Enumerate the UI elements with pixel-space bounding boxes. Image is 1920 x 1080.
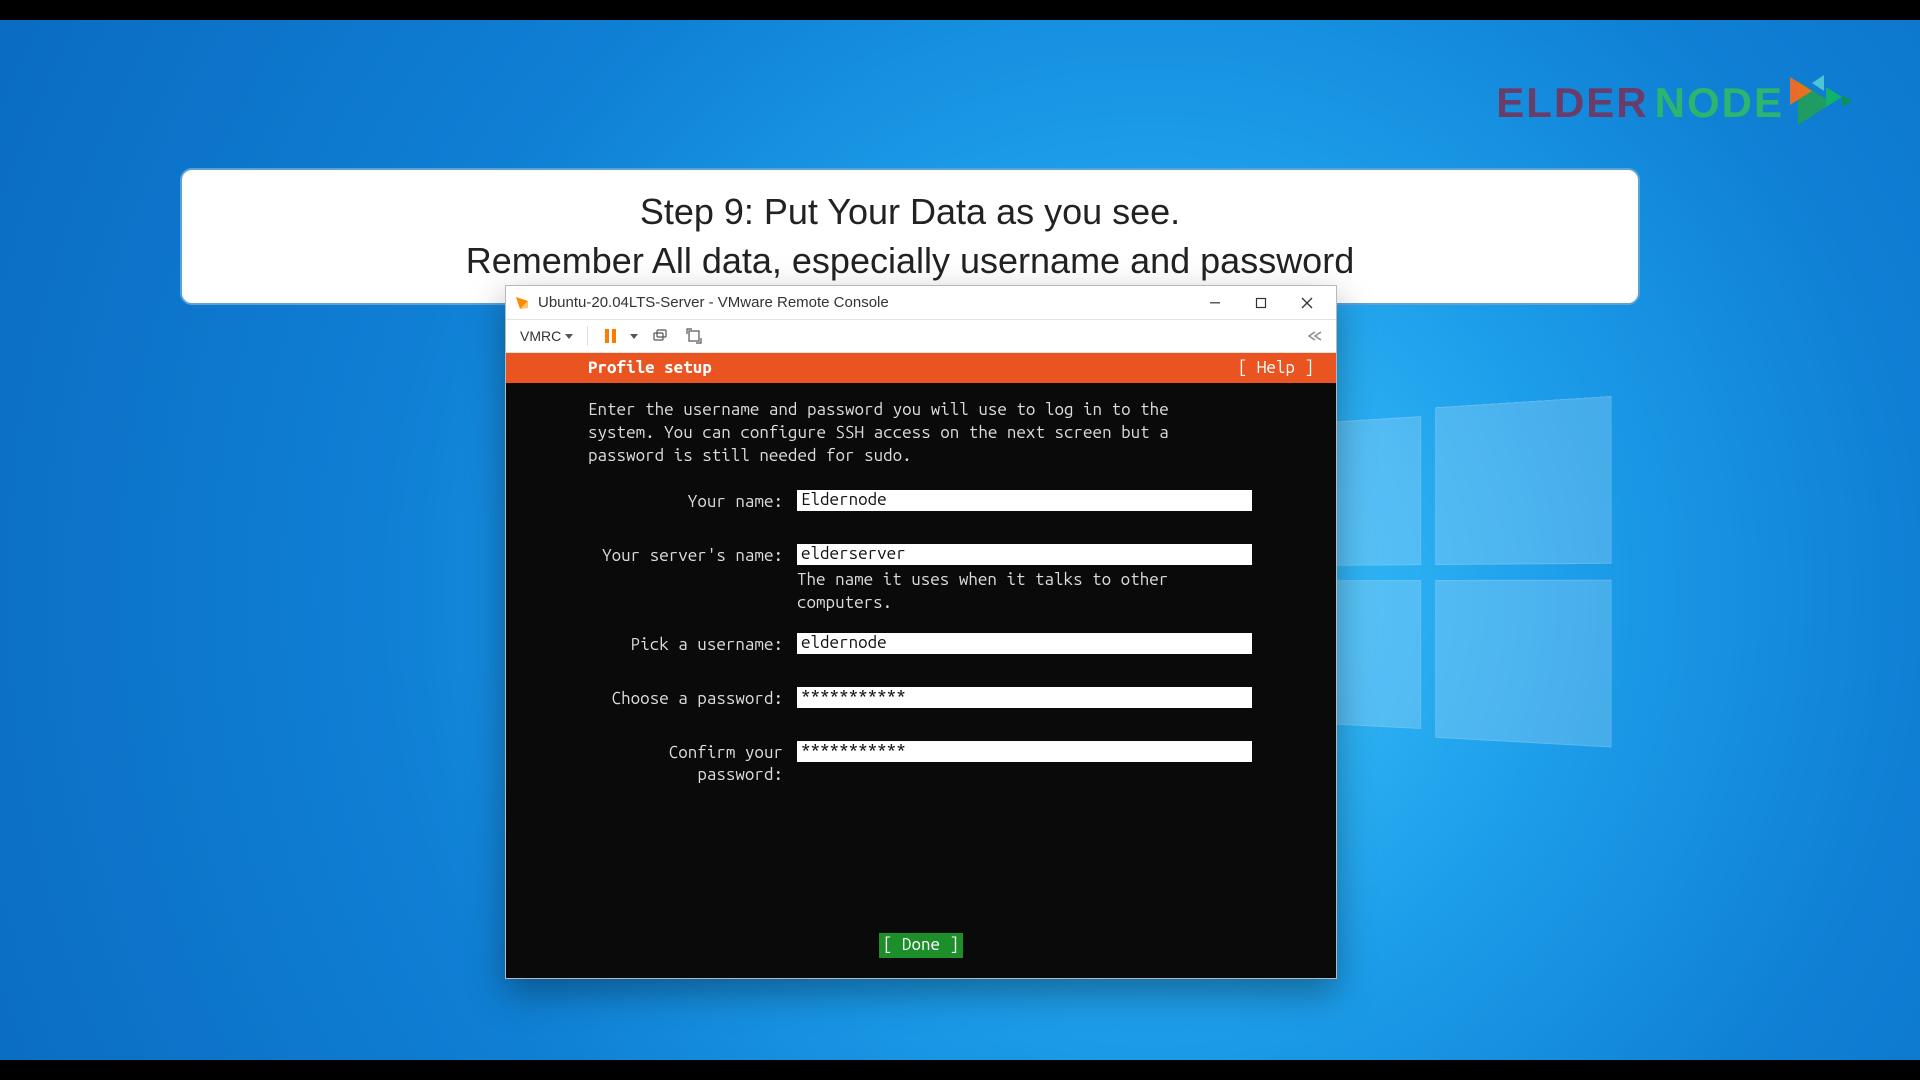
vmrc-label: VMRC: [520, 328, 561, 344]
caret-down-icon: [565, 334, 573, 339]
password-label: Choose a password:: [588, 687, 783, 711]
toolbar-separator: [587, 326, 588, 346]
confirm-label: Confirm your password:: [588, 741, 783, 788]
pause-caret-icon[interactable]: [630, 334, 638, 339]
window-title: Ubuntu-20.04LTS-Server - VMware Remote C…: [538, 294, 1192, 311]
send-cad-button[interactable]: [648, 324, 672, 348]
password-field[interactable]: ***********: [797, 687, 1252, 708]
server-label: Your server's name:: [588, 544, 783, 568]
server-field[interactable]: elderserver: [797, 544, 1252, 565]
installer-title: Profile setup: [588, 357, 1238, 380]
caption-line2: Remember All data, especially username a…: [208, 237, 1612, 286]
installer-header: Profile setup [ Help ]: [506, 353, 1336, 383]
confirm-field[interactable]: ***********: [797, 741, 1252, 762]
fullscreen-button[interactable]: [682, 324, 706, 348]
brand-elder: ELDER: [1496, 79, 1648, 127]
caption-line1: Step 9: Put Your Data as you see.: [208, 188, 1612, 237]
server-hint: The name it uses when it talks to other …: [797, 569, 1252, 615]
help-button[interactable]: [ Help ]: [1238, 357, 1314, 380]
vmware-window: Ubuntu-20.04LTS-Server - VMware Remote C…: [505, 285, 1337, 979]
done-button[interactable]: [ Done ]: [879, 933, 963, 958]
row-confirm: Confirm your password: ***********: [588, 741, 1254, 788]
brand-icon: [1790, 75, 1860, 131]
name-label: Your name:: [588, 490, 783, 514]
row-username: Pick a username: eldernode: [588, 633, 1254, 657]
pause-button[interactable]: [598, 324, 622, 348]
maximize-button[interactable]: [1238, 286, 1284, 320]
brand-node: NODE: [1655, 79, 1784, 127]
close-button[interactable]: [1284, 286, 1330, 320]
name-field[interactable]: Eldernode: [797, 490, 1252, 511]
app-icon: [514, 295, 530, 311]
collapse-toolbar-button[interactable]: [1302, 324, 1326, 348]
desktop-background: ELDERNODE Step 9: Put Your Data as you s…: [0, 20, 1920, 1060]
brand-logo: ELDERNODE: [1496, 75, 1860, 131]
window-toolbar: VMRC: [506, 320, 1336, 353]
installer-body: Enter the username and password you will…: [506, 383, 1336, 787]
vmrc-menu[interactable]: VMRC: [516, 326, 577, 346]
minimize-button[interactable]: [1192, 286, 1238, 320]
username-field[interactable]: eldernode: [797, 633, 1252, 654]
row-name: Your name: Eldernode: [588, 490, 1254, 514]
username-label: Pick a username:: [588, 633, 783, 657]
row-password: Choose a password: ***********: [588, 687, 1254, 711]
row-server: Your server's name: elderserver The name…: [588, 544, 1254, 615]
done-wrap: [ Done ]: [506, 933, 1336, 958]
window-titlebar[interactable]: Ubuntu-20.04LTS-Server - VMware Remote C…: [506, 286, 1336, 320]
installer-description: Enter the username and password you will…: [588, 399, 1228, 468]
console-area[interactable]: Profile setup [ Help ] Enter the usernam…: [506, 353, 1336, 978]
profile-form: Your name: Eldernode Your server's name:…: [588, 490, 1254, 788]
